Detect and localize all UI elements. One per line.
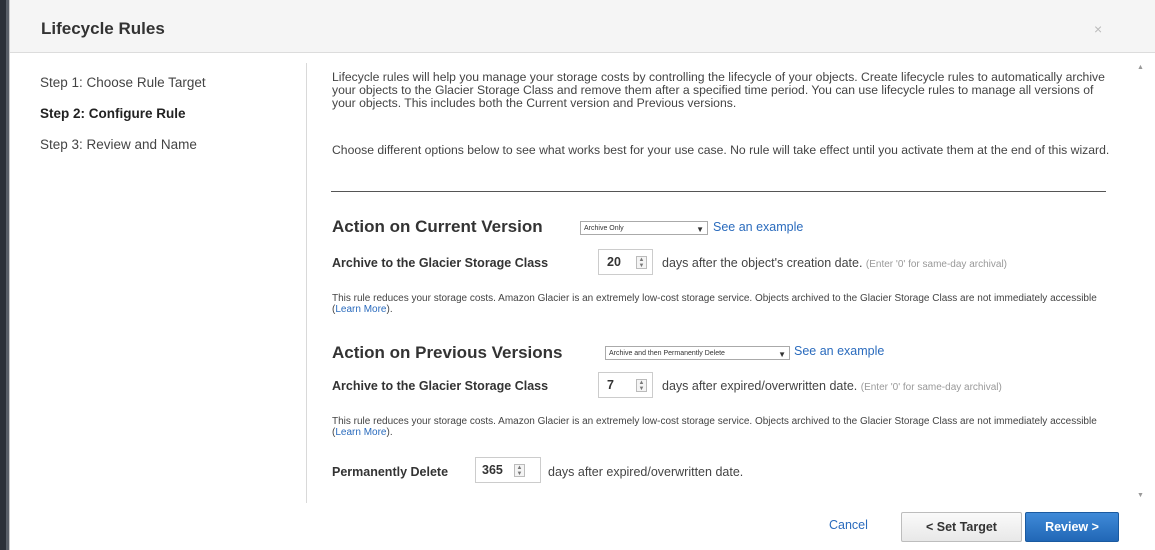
- stepper-arrows-icon[interactable]: ▲ ▼: [636, 379, 647, 392]
- current-version-example-link[interactable]: See an example: [713, 220, 803, 234]
- previous-archive-after: days after expired/overwritten date.: [662, 379, 858, 393]
- permanently-delete-after-text: days after expired/overwritten date.: [548, 465, 744, 479]
- background-window-edge: [0, 0, 9, 550]
- previous-archive-after-text: days after expired/overwritten date. (En…: [662, 379, 1002, 393]
- step-3-link[interactable]: Step 3: Review and Name: [40, 135, 206, 166]
- wizard-steps: Step 1: Choose Rule Target Step 2: Confi…: [40, 73, 206, 166]
- chevron-down-icon: ▼: [696, 225, 704, 234]
- previous-archive-hint: (Enter '0' for same-day archival): [860, 382, 1002, 393]
- set-target-button[interactable]: < Set Target: [901, 512, 1022, 542]
- lifecycle-rules-dialog: Lifecycle Rules × Step 1: Choose Rule Ta…: [9, 0, 1155, 550]
- review-button[interactable]: Review >: [1025, 512, 1119, 542]
- step-1-link[interactable]: Step 1: Choose Rule Target: [40, 73, 206, 104]
- stepper-arrows-icon[interactable]: ▲ ▼: [636, 256, 647, 269]
- previous-versions-heading: Action on Previous Versions: [332, 343, 563, 362]
- vertical-divider: [306, 63, 307, 503]
- permanently-delete-days-stepper[interactable]: 365 ▲ ▼: [475, 457, 541, 483]
- previous-archive-days-value: 7: [607, 378, 614, 392]
- previous-versions-select-value: Archive and then Permanently Delete: [609, 350, 725, 357]
- section-divider: [331, 191, 1106, 192]
- current-note-text: This rule reduces your storage costs. Am…: [332, 293, 1097, 315]
- previous-learn-more-link[interactable]: Learn More: [335, 427, 386, 438]
- scroll-up-icon[interactable]: ▲: [1137, 64, 1144, 71]
- content-scrollbar[interactable]: ▲ ▼: [1136, 64, 1146, 504]
- previous-versions-action-select[interactable]: Archive and then Permanently Delete ▼: [605, 346, 790, 360]
- current-archive-days-stepper[interactable]: 20 ▲ ▼: [598, 249, 653, 275]
- intro-paragraph-2: Choose different options below to see wh…: [332, 143, 1110, 157]
- permanently-delete-label: Permanently Delete: [332, 465, 449, 479]
- close-icon[interactable]: ×: [1094, 21, 1102, 37]
- intro-paragraph-1: Lifecycle rules will help you manage you…: [332, 70, 1105, 110]
- previous-archive-days-stepper[interactable]: 7 ▲ ▼: [598, 372, 653, 398]
- current-version-action-select[interactable]: Archive Only ▼: [580, 221, 708, 235]
- step-2-current: Step 2: Configure Rule: [40, 106, 186, 121]
- previous-note-suffix: ).: [386, 427, 393, 438]
- previous-versions-example-link[interactable]: See an example: [794, 344, 884, 358]
- current-note-suffix: ).: [386, 304, 393, 315]
- previous-versions-note: This rule reduces your storage costs. Am…: [332, 416, 1102, 438]
- current-version-heading: Action on Current Version: [332, 217, 543, 236]
- current-version-note: This rule reduces your storage costs. Am…: [332, 293, 1102, 315]
- stepper-arrows-icon[interactable]: ▲ ▼: [514, 464, 525, 477]
- cancel-button[interactable]: Cancel: [829, 518, 868, 532]
- previous-archive-label: Archive to the Glacier Storage Class: [332, 379, 549, 393]
- dialog-header: Lifecycle Rules ×: [10, 0, 1155, 53]
- dialog-title: Lifecycle Rules: [41, 19, 165, 38]
- permanently-delete-days-value: 365: [482, 463, 503, 477]
- current-archive-days-value: 20: [607, 255, 621, 269]
- chevron-down-icon: ▼: [778, 350, 786, 359]
- current-archive-hint: (Enter '0' for same-day archival): [865, 259, 1007, 270]
- current-learn-more-link[interactable]: Learn More: [335, 304, 386, 315]
- current-archive-label: Archive to the Glacier Storage Class: [332, 256, 549, 270]
- current-archive-after-text: days after the object's creation date. (…: [662, 256, 1007, 270]
- scroll-down-icon[interactable]: ▼: [1137, 492, 1144, 499]
- previous-note-text: This rule reduces your storage costs. Am…: [332, 416, 1097, 438]
- current-version-select-value: Archive Only: [584, 225, 624, 232]
- current-archive-after: days after the object's creation date.: [662, 256, 863, 270]
